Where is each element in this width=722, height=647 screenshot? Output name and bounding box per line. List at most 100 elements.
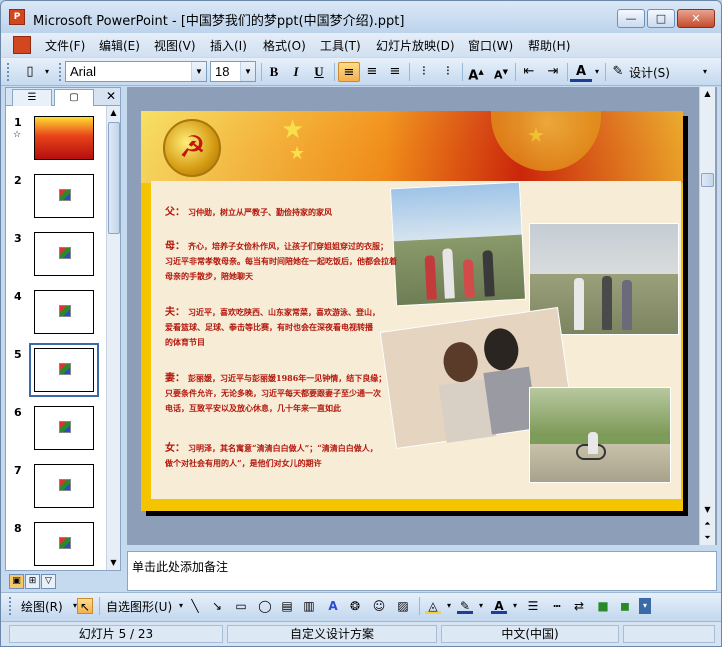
chevron-down-icon[interactable]: ▾ xyxy=(441,598,457,614)
new-document-icon[interactable]: ▯ xyxy=(19,62,41,82)
menu-edit[interactable]: 编辑(E) xyxy=(99,37,140,54)
document-menu-icon[interactable] xyxy=(13,36,31,54)
toolbar-options-icon[interactable]: ▾ xyxy=(639,598,651,614)
slide-sorter-icon[interactable]: ⊞ xyxy=(25,574,40,589)
font-name-combo[interactable]: Arial ▼ xyxy=(65,61,207,82)
menu-insert[interactable]: 插入(I) xyxy=(210,37,247,54)
select-pointer-icon[interactable]: ↖ xyxy=(77,598,93,614)
menu-file[interactable]: 文件(F) xyxy=(45,37,85,54)
close-button[interactable]: ✕ xyxy=(677,9,715,28)
align-right-icon[interactable]: ≡ xyxy=(384,62,406,82)
next-slide-icon[interactable]: ⏷ xyxy=(700,531,715,545)
menu-help[interactable]: 帮助(H) xyxy=(528,37,570,54)
chevron-down-icon[interactable]: ▼ xyxy=(240,62,255,81)
scroll-up-icon[interactable]: ▲ xyxy=(700,87,715,101)
align-center-icon[interactable]: ≡ xyxy=(361,62,383,82)
notes-pane[interactable]: 单击此处添加备注 xyxy=(127,551,717,591)
slide-scrollbar[interactable]: ▲ ▼ ⏶ ⏷ xyxy=(699,87,715,545)
line-tool-icon[interactable]: ╲ xyxy=(187,598,203,614)
slide-thumbnail-row[interactable]: 8 xyxy=(6,522,106,580)
arrow-tool-icon[interactable]: ↘ xyxy=(209,598,225,614)
design-icon[interactable]: ✎ xyxy=(611,62,625,82)
slide-thumbnail-row[interactable]: 2 xyxy=(6,174,106,232)
slide-thumbnail[interactable] xyxy=(34,290,94,334)
tab-outline[interactable]: ☰ xyxy=(12,89,52,106)
notes-placeholder[interactable]: 单击此处添加备注 xyxy=(132,558,228,575)
chevron-down-icon[interactable]: ▾ xyxy=(592,62,602,82)
bullet-list-icon[interactable]: ⁝ xyxy=(437,62,459,82)
slides-pane-scrollbar[interactable]: ▲ ▼ xyxy=(106,106,120,570)
previous-slide-icon[interactable]: ⏶ xyxy=(700,517,715,531)
scroll-up-icon[interactable]: ▲ xyxy=(107,106,120,120)
decrease-font-icon[interactable]: A▼ xyxy=(490,62,512,82)
slide-thumbnail[interactable] xyxy=(34,116,94,160)
decrease-indent-icon[interactable]: ⇤ xyxy=(518,62,540,82)
underline-button[interactable]: U xyxy=(308,62,330,82)
arrow-style-icon[interactable]: ⇄ xyxy=(571,598,587,614)
menu-slideshow[interactable]: 幻灯片放映(D) xyxy=(376,37,455,54)
design-button[interactable]: 设计(S) xyxy=(629,64,670,81)
diagram-icon[interactable]: ❂ xyxy=(347,598,363,614)
insert-picture-icon[interactable]: ▨ xyxy=(395,598,411,614)
scroll-down-icon[interactable]: ▼ xyxy=(107,556,120,570)
slide-thumbnail[interactable] xyxy=(34,174,94,218)
minimize-button[interactable]: — xyxy=(617,9,645,28)
scroll-down-icon[interactable]: ▼ xyxy=(700,503,715,517)
maximize-button[interactable]: □ xyxy=(647,9,675,28)
chevron-down-icon[interactable]: ▼ xyxy=(191,62,206,81)
draw-menu-button[interactable]: 绘图(R) xyxy=(21,598,63,615)
slide-thumbnail[interactable] xyxy=(34,232,94,276)
toolbar-options-icon[interactable]: ▾ xyxy=(41,62,53,82)
slide-thumbnail-row[interactable]: 7 xyxy=(6,464,106,522)
slide-thumbnail[interactable] xyxy=(34,464,94,508)
bold-button[interactable]: B xyxy=(263,62,285,82)
powerpoint-app-icon[interactable]: P xyxy=(9,9,25,25)
vertical-textbox-icon[interactable]: ▥ xyxy=(301,598,317,614)
slide-thumbnail-row[interactable]: 4 xyxy=(6,290,106,348)
increase-font-icon[interactable]: A▲ xyxy=(465,62,487,83)
slide-thumbnail-row[interactable]: 5 xyxy=(6,343,106,406)
slide-thumbnail-row[interactable]: 3 xyxy=(6,232,106,290)
italic-button[interactable]: I xyxy=(285,62,307,82)
line-style-icon[interactable]: ☰ xyxy=(525,598,541,614)
autoshapes-button[interactable]: 自选图形(U) xyxy=(106,598,172,615)
chevron-down-icon[interactable]: ▾ xyxy=(507,598,523,614)
slide-thumbnail-row[interactable]: 6 xyxy=(6,406,106,464)
menu-view[interactable]: 视图(V) xyxy=(154,37,196,54)
wordart-icon[interactable]: A xyxy=(325,598,341,614)
menu-window[interactable]: 窗口(W) xyxy=(468,37,513,54)
dash-style-icon[interactable]: ┅ xyxy=(549,598,565,614)
menu-tools[interactable]: 工具(T) xyxy=(320,37,361,54)
menu-format[interactable]: 格式(O) xyxy=(263,37,306,54)
font-size-combo[interactable]: 18 ▼ xyxy=(210,61,256,82)
increase-indent-icon[interactable]: ⇥ xyxy=(542,62,564,82)
numbered-list-icon[interactable]: ⁝ xyxy=(413,62,435,82)
slideshow-view-icon[interactable]: ▽ xyxy=(41,574,56,589)
shadow-style-icon[interactable]: ■ xyxy=(595,598,611,614)
toolbar-grip[interactable] xyxy=(59,63,62,81)
slide-canvas[interactable]: ☭ ★ ★ ★ xyxy=(141,111,683,511)
toolbar-options-icon[interactable]: ▾ xyxy=(699,62,711,82)
slide-thumbnail-selected[interactable] xyxy=(29,343,99,397)
toolbar-grip[interactable] xyxy=(7,63,10,81)
oval-tool-icon[interactable]: ◯ xyxy=(257,598,273,614)
tab-slides[interactable]: ▢ xyxy=(54,89,94,106)
toolbar-grip[interactable] xyxy=(9,597,12,615)
slide-thumbnail[interactable] xyxy=(34,522,94,566)
slide-thumbnail-row[interactable]: 1 ☆ xyxy=(6,116,106,174)
font-color-icon[interactable]: A xyxy=(491,598,507,614)
line-color-icon[interactable]: ✎ xyxy=(457,598,473,614)
font-color-icon[interactable]: A xyxy=(570,62,592,82)
normal-view-icon[interactable]: ▣ xyxy=(9,574,24,589)
clipart-icon[interactable]: ☺ xyxy=(371,598,387,614)
textbox-tool-icon[interactable]: ▤ xyxy=(279,598,295,614)
scrollbar-thumb[interactable] xyxy=(701,173,714,187)
close-icon[interactable]: ✕ xyxy=(106,89,116,103)
chevron-down-icon[interactable]: ▾ xyxy=(473,598,489,614)
rectangle-tool-icon[interactable]: ▭ xyxy=(233,598,249,614)
scrollbar-thumb[interactable] xyxy=(108,122,120,234)
slide-thumbnail[interactable] xyxy=(34,406,94,450)
align-left-icon[interactable]: ≡ xyxy=(338,62,360,82)
3d-style-icon[interactable]: ◼ xyxy=(617,598,633,614)
fill-color-icon[interactable]: ◬ xyxy=(425,598,441,614)
